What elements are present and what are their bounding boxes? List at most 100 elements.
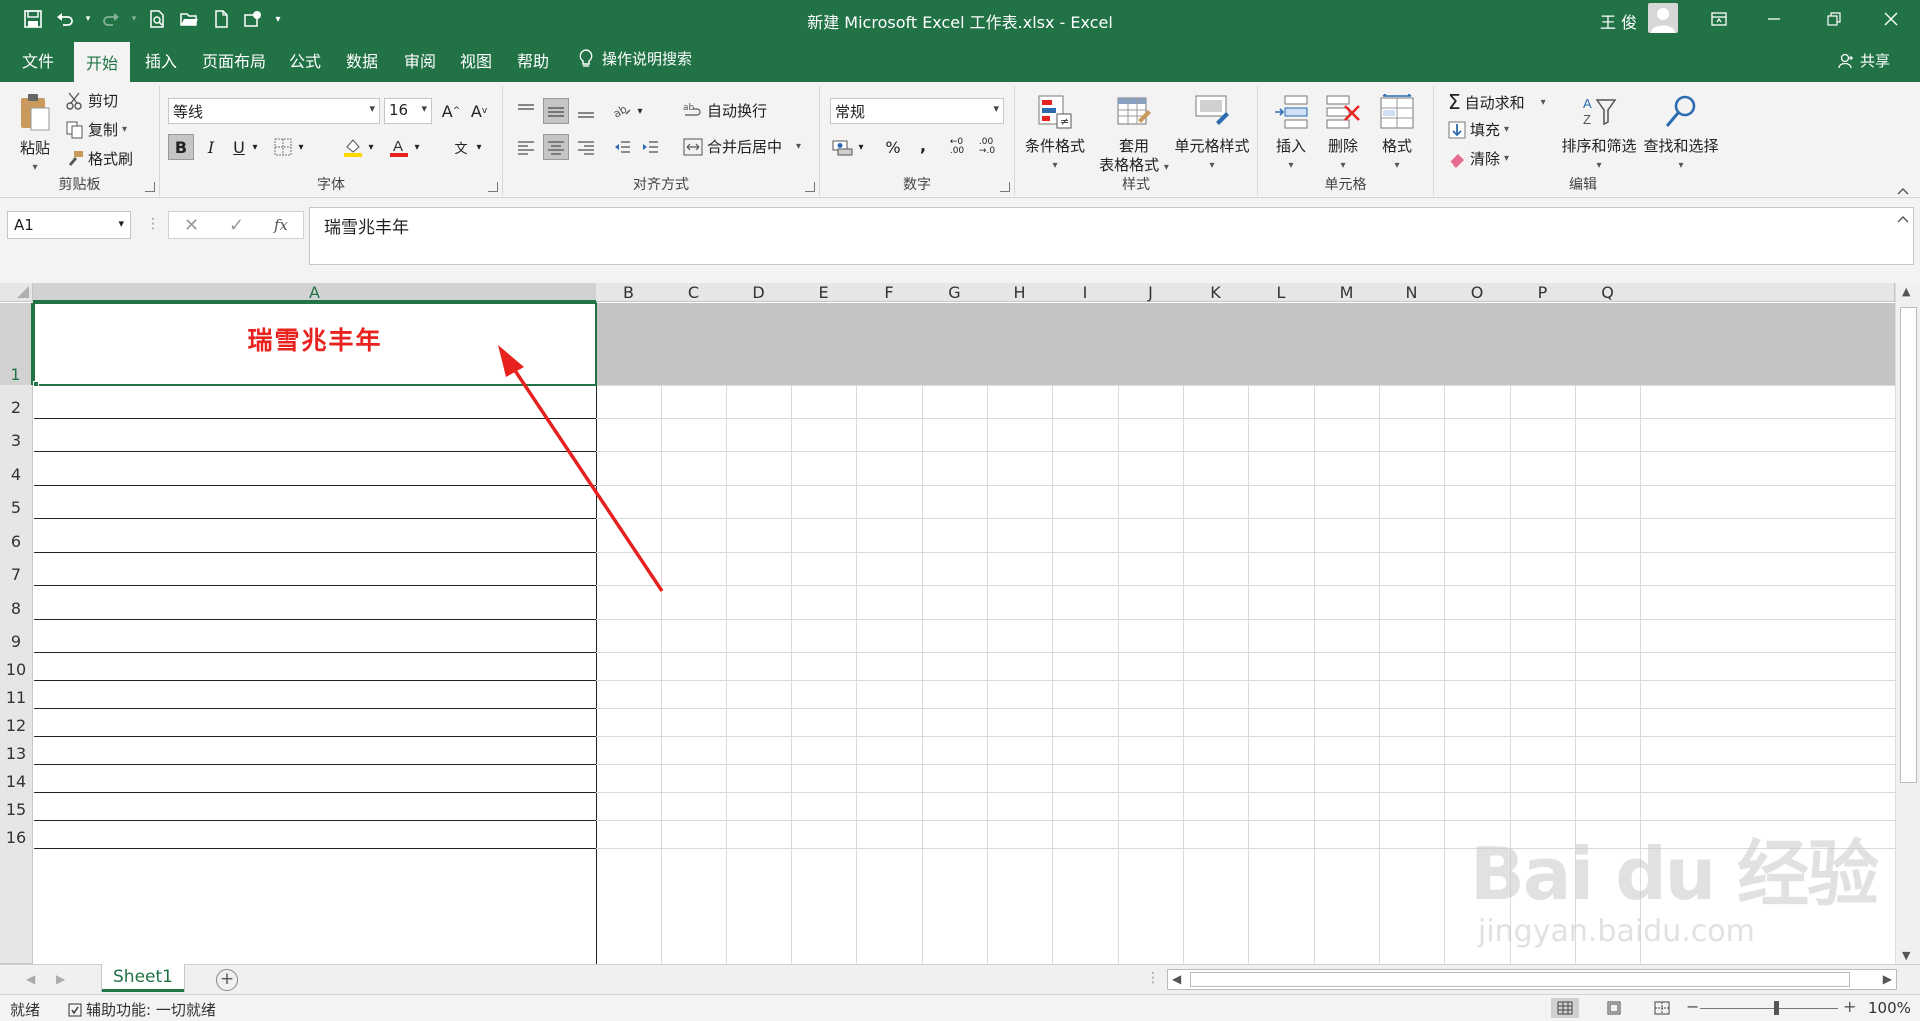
column-header-p[interactable]: P: [1510, 283, 1576, 302]
row-header-9[interactable]: 9: [0, 619, 33, 653]
orientation-icon[interactable]: ab: [609, 98, 635, 124]
zoom-slider-thumb[interactable]: [1774, 1001, 1779, 1015]
conditional-formatting-button[interactable]: ≠ 条件格式 ▾: [1021, 94, 1089, 175]
save-icon[interactable]: [18, 6, 48, 32]
column-header-a[interactable]: A: [33, 283, 597, 302]
worksheet-grid[interactable]: A B C D E F G H I J K L M N O P Q 1 2 3 4 5 6 7 8 9 10 11 12 13 14 15 16…: [0, 283, 1895, 964]
cut-button[interactable]: 剪切: [66, 90, 118, 111]
insert-cells-button[interactable]: 插入 ▾: [1266, 94, 1316, 175]
tell-me-search[interactable]: 操作说明搜索: [578, 48, 692, 69]
decrease-font-size-icon[interactable]: Av: [466, 98, 492, 124]
scroll-right-icon[interactable]: ▶: [1883, 972, 1892, 986]
sort-filter-button[interactable]: AZ 排序和筛选 ▾: [1560, 94, 1638, 175]
orientation-dropdown-icon[interactable]: ▾: [633, 98, 647, 124]
accounting-dropdown-icon[interactable]: ▾: [854, 134, 868, 160]
redo-icon[interactable]: [96, 6, 126, 32]
tab-page-layout[interactable]: 页面布局: [202, 48, 266, 72]
phonetic-dropdown-icon[interactable]: ▾: [472, 134, 486, 160]
undo-icon[interactable]: [50, 6, 80, 32]
number-launcher-icon[interactable]: [1000, 182, 1010, 192]
undo-dropdown-icon[interactable]: ▾: [82, 6, 94, 32]
percent-button[interactable]: %: [880, 134, 906, 160]
number-format-select[interactable]: 常规 ▾: [830, 98, 1004, 124]
copy-button[interactable]: 复制 ▾: [66, 119, 127, 140]
clear-button[interactable]: 清除 ▾: [1448, 148, 1509, 169]
phonetic-guide-icon[interactable]: 文: [448, 134, 474, 160]
font-launcher-icon[interactable]: [488, 182, 498, 192]
row-header-3[interactable]: 3: [0, 418, 33, 452]
font-color-dropdown-icon[interactable]: ▾: [410, 134, 424, 160]
tab-review[interactable]: 审阅: [404, 48, 436, 72]
format-painter-button[interactable]: 格式刷: [66, 148, 133, 169]
autosum-dropdown-icon[interactable]: ▾: [1541, 97, 1546, 108]
font-size-select[interactable]: 16 ▾: [384, 98, 432, 124]
tab-file[interactable]: 文件: [22, 48, 54, 72]
decrease-decimal-icon[interactable]: .00 →.0: [974, 134, 1000, 160]
column-header-n[interactable]: N: [1379, 283, 1445, 302]
zoom-level[interactable]: 100%: [1868, 999, 1911, 1017]
copy-dropdown-icon[interactable]: ▾: [122, 124, 127, 135]
align-middle-icon[interactable]: [543, 98, 569, 124]
page-layout-view-icon[interactable]: [1600, 998, 1628, 1018]
row-header-7[interactable]: 7: [0, 552, 33, 586]
bold-button[interactable]: B: [168, 134, 194, 160]
scroll-left-icon[interactable]: ◀: [1172, 972, 1181, 986]
row-header-14[interactable]: 14: [0, 764, 33, 793]
merge-center-button[interactable]: 合并后居中 ▾: [683, 136, 801, 157]
new-file-icon[interactable]: [206, 6, 236, 32]
align-bottom-icon[interactable]: [573, 98, 599, 124]
row-header-1[interactable]: 1: [0, 303, 33, 386]
column-header-q[interactable]: Q: [1575, 283, 1641, 302]
row-header-4[interactable]: 4: [0, 451, 33, 486]
user-name[interactable]: 王 俊: [1600, 9, 1637, 33]
redo-dropdown-icon[interactable]: ▾: [128, 6, 140, 32]
confirm-entry-icon[interactable]: ✓: [229, 215, 244, 236]
merge-dropdown-icon[interactable]: ▾: [796, 141, 801, 152]
formula-input[interactable]: 瑞雪兆丰年: [309, 207, 1914, 265]
fill-button[interactable]: 填充 ▾: [1448, 119, 1509, 140]
column-header-b[interactable]: B: [596, 283, 662, 302]
align-top-icon[interactable]: [513, 98, 539, 124]
normal-view-icon[interactable]: [1551, 998, 1579, 1018]
column-header-j[interactable]: J: [1118, 283, 1184, 302]
align-right-icon[interactable]: [573, 134, 599, 160]
comma-style-button[interactable]: ,: [910, 132, 936, 158]
page-break-view-icon[interactable]: [1648, 998, 1676, 1018]
horizontal-scrollbar[interactable]: ◀ ▶: [1167, 969, 1897, 990]
next-sheet-icon[interactable]: ▶: [56, 972, 65, 986]
row-header-16[interactable]: 16: [0, 820, 33, 849]
find-select-button[interactable]: 查找和选择 ▾: [1640, 94, 1722, 175]
print-preview-icon[interactable]: [142, 6, 172, 32]
vertical-scroll-thumb[interactable]: [1900, 307, 1917, 783]
row-header-11[interactable]: 11: [0, 680, 33, 709]
fill-handle[interactable]: [33, 381, 39, 387]
minimize-icon[interactable]: [1751, 0, 1797, 38]
fill-dropdown-icon[interactable]: ▾: [1504, 124, 1509, 135]
column-header-h[interactable]: H: [987, 283, 1053, 302]
format-as-table-button[interactable]: 套用 表格格式 ▾: [1093, 94, 1175, 177]
share-button[interactable]: 共享: [1838, 50, 1890, 71]
cell-styles-button[interactable]: 单元格样式 ▾: [1165, 94, 1259, 175]
restore-icon[interactable]: [1811, 0, 1857, 38]
align-left-icon[interactable]: [513, 134, 539, 160]
expand-formula-bar-icon[interactable]: [1896, 210, 1910, 228]
insert-function-icon[interactable]: fx: [274, 216, 288, 234]
tab-formulas[interactable]: 公式: [289, 48, 321, 72]
column-header-m[interactable]: M: [1314, 283, 1380, 302]
tab-data[interactable]: 数据: [346, 48, 378, 72]
customize-qat-icon[interactable]: ▾: [270, 6, 286, 32]
decrease-indent-icon[interactable]: [609, 134, 635, 160]
tab-help[interactable]: 帮助: [517, 48, 549, 72]
alignment-launcher-icon[interactable]: [805, 182, 815, 192]
tab-splitter-icon[interactable]: ⋮: [1146, 970, 1160, 986]
prev-sheet-icon[interactable]: ◀: [26, 972, 35, 986]
horizontal-scroll-thumb[interactable]: [1190, 972, 1850, 987]
add-sheet-icon[interactable]: +: [216, 969, 238, 991]
clipboard-launcher-icon[interactable]: [145, 182, 155, 192]
borders-dropdown-icon[interactable]: ▾: [294, 134, 308, 160]
open-folder-icon[interactable]: [174, 6, 204, 32]
accounting-format-icon[interactable]: [830, 134, 856, 160]
autosum-button[interactable]: Σ 自动求和 ▾: [1448, 90, 1546, 114]
align-center-icon[interactable]: [543, 134, 569, 160]
font-color-icon[interactable]: A: [386, 134, 412, 160]
